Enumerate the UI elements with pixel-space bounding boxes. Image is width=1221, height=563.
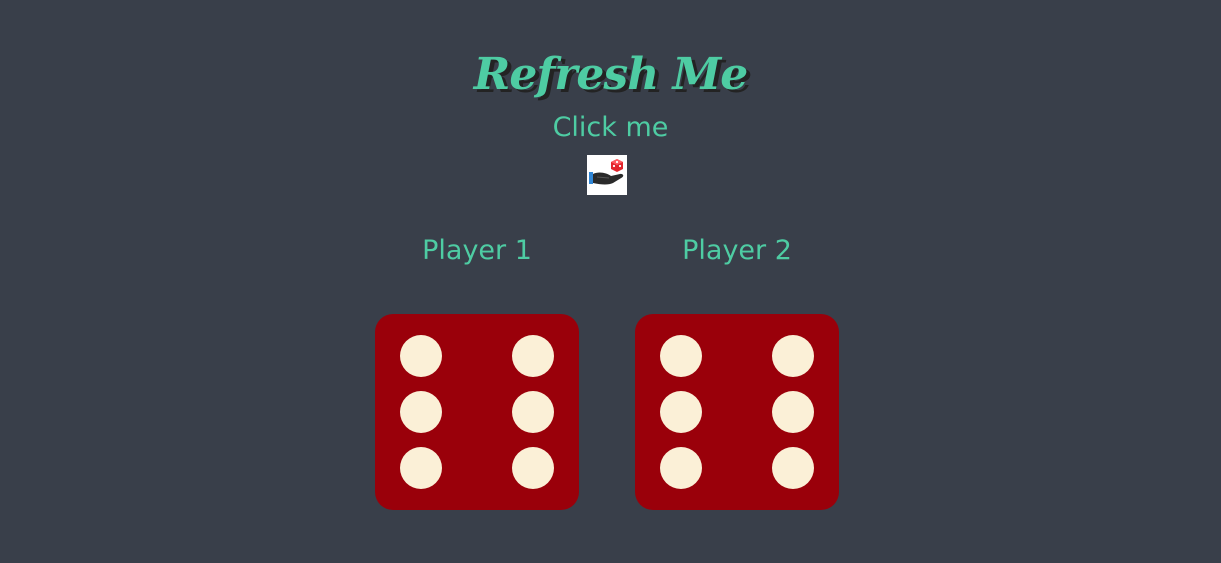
die-pip — [400, 335, 442, 377]
die-pip — [512, 391, 554, 433]
die-pip — [660, 391, 702, 433]
hand-with-dice-icon — [587, 155, 627, 195]
player-1-label: Player 1 — [422, 235, 532, 266]
click-me-label: Click me — [552, 112, 669, 143]
player-1-die — [375, 314, 579, 510]
roll-dice-button[interactable] — [587, 155, 627, 195]
die-pip — [400, 447, 442, 489]
die-pip — [512, 447, 554, 489]
die-pip — [772, 447, 814, 489]
die-pip — [512, 335, 554, 377]
die-pip — [772, 391, 814, 433]
die-pip — [772, 335, 814, 377]
die-pip — [400, 391, 442, 433]
page-title: Refresh Me — [473, 49, 748, 101]
player-2-label: Player 2 — [682, 235, 792, 266]
die-pip — [660, 335, 702, 377]
player-2-die — [635, 314, 839, 510]
die-pip — [660, 447, 702, 489]
